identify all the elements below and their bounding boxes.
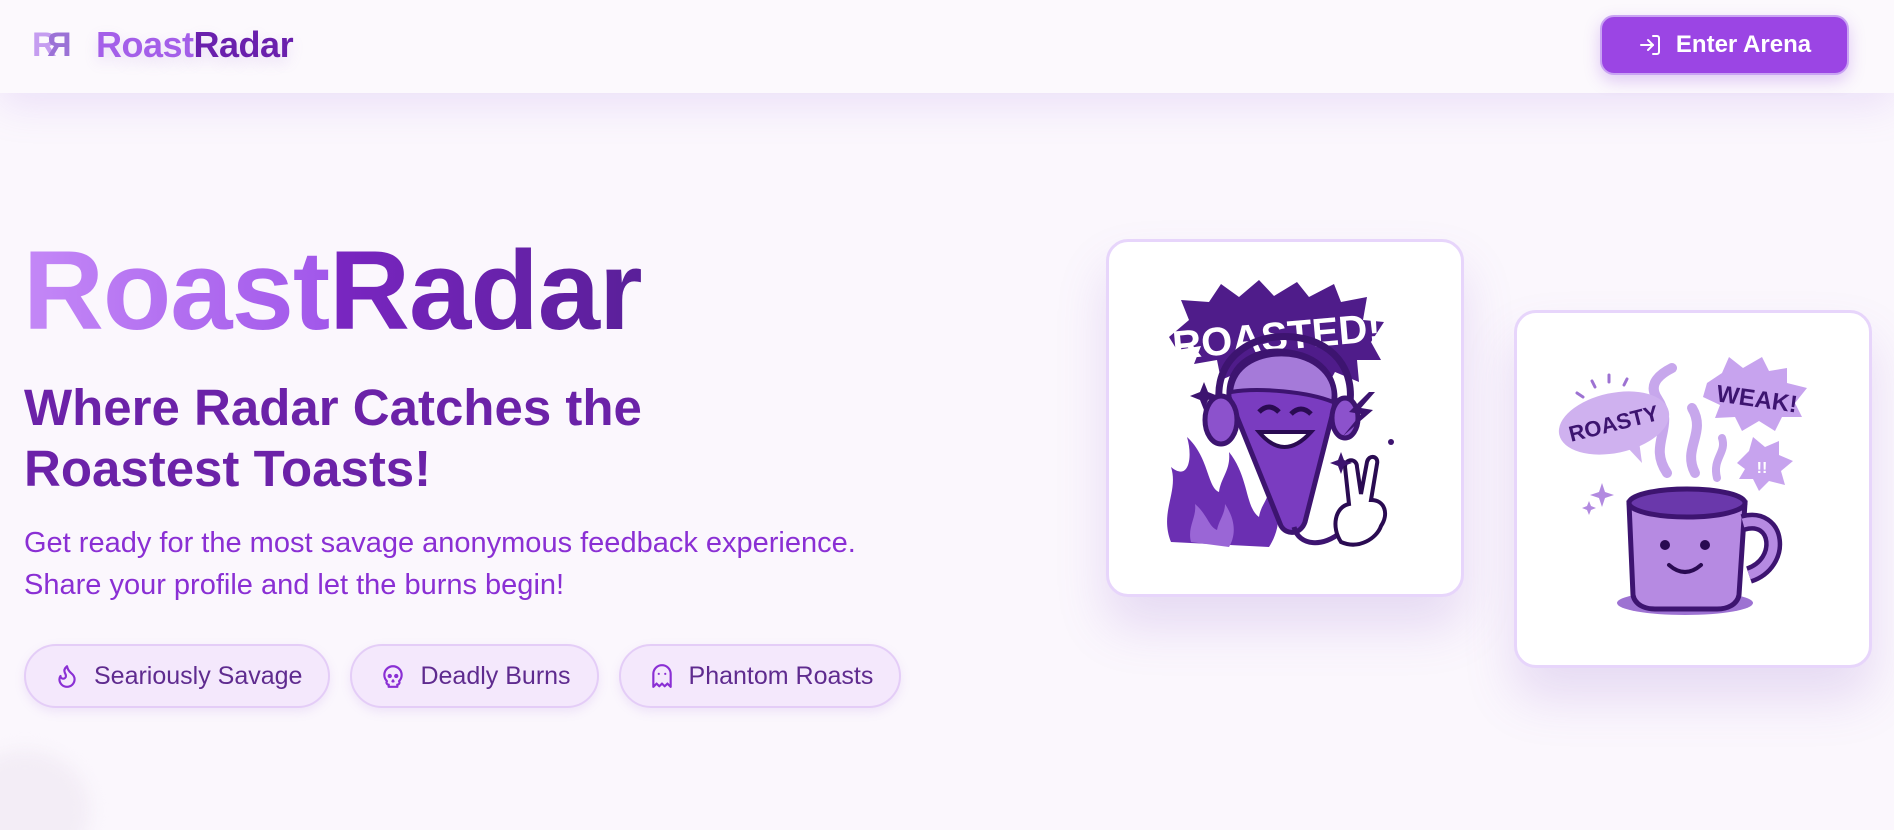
enter-arena-label: Enter Arena bbox=[1675, 31, 1812, 58]
feature-pill-phantom: Phantom Roasts bbox=[618, 644, 902, 708]
hero-description-line2: Share your profile and let the burns beg… bbox=[24, 569, 565, 601]
ghost-icon bbox=[651, 664, 672, 688]
bubble-exclaim-text: !! bbox=[1757, 460, 1768, 477]
brand[interactable]: RR RoastRadar bbox=[32, 24, 294, 66]
brand-name-part1: Roast bbox=[96, 24, 194, 65]
brand-name-part2: Radar bbox=[193, 24, 294, 65]
hero-tagline: Where Radar Catches the Roastest Toasts! bbox=[24, 379, 642, 497]
brand-name: RoastRadar bbox=[96, 24, 294, 66]
coffee-mug-card: ROASTY WEAK! !! bbox=[1514, 310, 1872, 668]
logo-icon: RR bbox=[32, 26, 72, 64]
enter-arena-button[interactable]: Enter Arena bbox=[1600, 15, 1849, 75]
hero-title-part1: Roast bbox=[23, 228, 330, 353]
feature-pill-savage: Seariously Savage bbox=[24, 644, 331, 708]
microphone-mascot-icon: ROASTED! bbox=[1167, 280, 1394, 547]
feature-pill-label: Phantom Roasts bbox=[688, 661, 874, 690]
feature-pills: Seariously Savage Deadly Burns Phantom R… bbox=[24, 644, 921, 708]
login-icon bbox=[1639, 35, 1660, 55]
feature-pill-label: Seariously Savage bbox=[94, 661, 303, 690]
hero-description: Get ready for the most savage anonymous … bbox=[24, 522, 924, 606]
skull-icon bbox=[383, 665, 404, 688]
top-navbar: RR RoastRadar Enter Arena bbox=[0, 0, 1894, 93]
hero-title: RoastRadar bbox=[23, 226, 643, 356]
roasted-mic-card: ROASTED! bbox=[1106, 239, 1464, 597]
coffee-mug-icon: ROASTY WEAK! !! bbox=[1558, 357, 1807, 615]
hero-description-line1: Get ready for the most savage anonymous … bbox=[24, 527, 856, 559]
decorative-blob bbox=[0, 750, 90, 830]
feature-pill-deadly: Deadly Burns bbox=[350, 644, 599, 708]
flame-icon bbox=[58, 665, 76, 688]
feature-pill-label: Deadly Burns bbox=[420, 661, 571, 690]
hero-title-part2: Radar bbox=[329, 228, 642, 353]
